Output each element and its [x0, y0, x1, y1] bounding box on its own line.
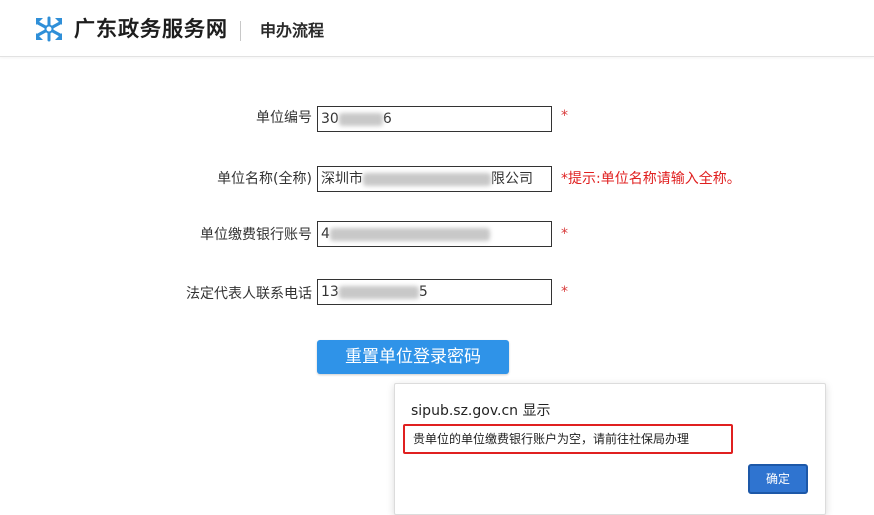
- bank-account-input[interactable]: 4: [317, 221, 552, 247]
- legal-rep-phone-input[interactable]: 13 5: [317, 279, 552, 305]
- alert-dialog: sipub.sz.gov.cn 显示 贵单位的单位缴费银行账户为空，请前往社保局…: [394, 383, 826, 515]
- required-marker: *: [561, 108, 568, 124]
- required-marker: *: [561, 226, 568, 242]
- legal-rep-phone-label: 法定代表人联系电话: [186, 286, 312, 302]
- unit-number-input[interactable]: 30 6: [317, 106, 552, 132]
- redacted-blur: [329, 227, 490, 241]
- phone-value-end: 5: [418, 284, 428, 300]
- header-divider: [240, 21, 241, 41]
- unit-name-value-start: 深圳市: [321, 171, 363, 187]
- required-marker: *: [561, 284, 568, 300]
- unit-number-label: 单位编号: [256, 110, 312, 126]
- dialog-message-highlight: 贵单位的单位缴费银行账户为空，请前往社保局办理: [403, 424, 733, 454]
- dialog-ok-button[interactable]: 确定: [748, 464, 808, 494]
- phone-value-start: 13: [321, 284, 339, 300]
- bank-account-label: 单位缴费银行账号: [200, 227, 312, 243]
- unit-name-input[interactable]: 深圳市 限公司: [317, 166, 552, 192]
- dialog-message: 贵单位的单位缴费银行账户为空，请前往社保局办理: [413, 432, 690, 446]
- unit-name-label: 单位名称(全称): [217, 171, 312, 187]
- redacted-blur: [338, 112, 383, 126]
- dialog-title: sipub.sz.gov.cn 显示: [411, 403, 551, 419]
- site-title[interactable]: 广东政务服务网: [74, 12, 228, 46]
- redacted-blur: [363, 172, 491, 186]
- unit-number-value-start: 30: [321, 111, 339, 127]
- reset-unit-login-password-button[interactable]: 重置单位登录密码: [317, 340, 509, 374]
- redacted-blur: [338, 285, 419, 299]
- snowflake-logo-icon[interactable]: [34, 16, 64, 42]
- unit-number-value-end: 6: [382, 111, 392, 127]
- unit-name-hint: *提示:单位名称请输入全称。: [561, 171, 741, 187]
- bank-account-value-start: 4: [321, 226, 330, 242]
- unit-name-value-end: 限公司: [491, 171, 533, 187]
- page-section-title: 申办流程: [260, 21, 325, 40]
- top-header: 广东政务服务网 申办流程: [0, 0, 874, 57]
